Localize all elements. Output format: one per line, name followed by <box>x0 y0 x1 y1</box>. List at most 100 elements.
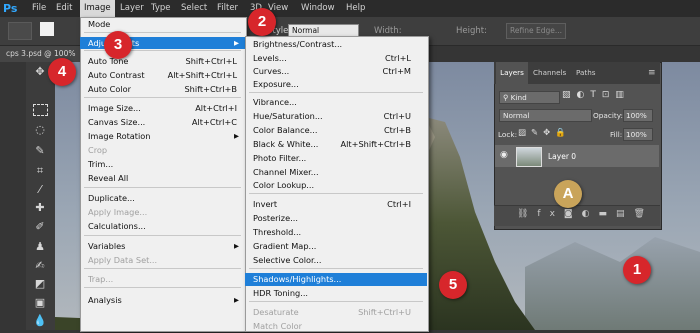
adjustments-menu-item[interactable]: Black & White... Alt+Shift+Ctrl+B <box>245 138 427 150</box>
image-menu-item[interactable]: Calculations... <box>80 220 245 232</box>
menu-item-label: Reveal All <box>88 173 129 183</box>
menu-separator <box>249 92 423 93</box>
filter-kind-select[interactable]: ⚲ Kind <box>499 91 560 104</box>
menu-item-label: Threshold... <box>253 227 302 237</box>
opacity-label: Opacity: <box>593 111 623 120</box>
menu-item-shortcut: Ctrl+I <box>387 199 411 209</box>
menu-separator <box>84 97 241 98</box>
adjustments-menu-item[interactable]: Posterize... <box>245 212 427 224</box>
menu-window[interactable]: Window <box>301 0 335 17</box>
callout-2: 2 <box>248 8 276 36</box>
callout-a: A <box>554 180 582 208</box>
menu-layer[interactable]: Layer <box>120 0 144 17</box>
blend-mode-select[interactable]: Normal <box>499 109 592 122</box>
layer-footer-icons[interactable]: ⛓fx◙◐▬▤🗑 <box>517 209 654 219</box>
history-brush-tool-icon[interactable]: ✍ <box>31 258 49 274</box>
menu-help[interactable]: Help <box>346 0 365 17</box>
image-menu-item[interactable]: Auto Tone Shift+Ctrl+L <box>80 55 245 67</box>
adjustments-menu-item[interactable]: Brightness/Contrast... <box>245 38 427 50</box>
callout-3: 3 <box>104 31 132 59</box>
menu-item-label: Mode <box>88 19 111 29</box>
menu-item-label: Curves... <box>253 66 290 76</box>
adjustments-menu-item[interactable]: Threshold... <box>245 226 427 238</box>
adjustments-menu-item[interactable]: Color Balance... Ctrl+B <box>245 124 427 136</box>
menu-item-label: Black & White... <box>253 139 319 149</box>
marquee-tool-preset-icon[interactable] <box>8 22 32 40</box>
lasso-tool-icon[interactable]: ◌ <box>31 122 49 138</box>
menu-item-shortcut: Shift+Ctrl+B <box>184 84 237 94</box>
menu-item-shortcut: Alt+Shift+Ctrl+B <box>340 139 411 149</box>
menu-edit[interactable]: Edit <box>56 0 72 17</box>
menu-filter[interactable]: Filter <box>217 0 238 17</box>
menu-image[interactable]: Image <box>80 0 115 17</box>
tab-layers[interactable]: Layers <box>496 62 528 84</box>
image-menu-item[interactable]: Image Rotation ▶ <box>80 130 245 142</box>
visibility-eye-icon[interactable]: ◉ <box>500 150 508 160</box>
blur-tool-icon[interactable]: 💧 <box>31 313 49 329</box>
image-menu-item[interactable]: Mode <box>80 18 245 30</box>
layer-filter-icons[interactable]: ▧◐T⊡▥ <box>562 90 630 100</box>
menu-item-shortcut: Ctrl+B <box>383 125 411 135</box>
adjustments-menu-item[interactable]: Levels... Ctrl+L <box>245 52 427 64</box>
new-selection-icon[interactable] <box>40 22 54 36</box>
menu-item-label: Apply Image... <box>88 207 148 217</box>
fill-field[interactable]: 100% <box>623 128 653 141</box>
layer-thumbnail <box>516 147 542 167</box>
move-tool-icon[interactable]: ✥ <box>31 64 49 80</box>
menu-item-label: Variables <box>88 241 126 251</box>
image-menu-item[interactable]: Variables ▶ <box>80 240 245 252</box>
menu-item-label: Color Balance... <box>253 125 318 135</box>
healing-brush-tool-icon[interactable]: ✚ <box>31 200 49 216</box>
image-menu-items: ModeAdjustments▶Auto ToneShift+Ctrl+LAut… <box>80 17 247 330</box>
clone-stamp-tool-icon[interactable]: ♟ <box>31 239 49 255</box>
eraser-tool-icon[interactable]: ◩ <box>31 276 49 292</box>
menu-item-shortcut: Ctrl+L <box>385 53 411 63</box>
menu-item-shortcut: Shift+Ctrl+U <box>358 307 411 317</box>
adjustments-menu-item[interactable]: Selective Color... <box>245 254 427 266</box>
image-menu-item: Apply Data Set... <box>80 254 245 266</box>
image-menu-item[interactable]: Duplicate... <box>80 192 245 204</box>
image-menu-item[interactable]: Auto Color Shift+Ctrl+B <box>80 83 245 95</box>
adjustments-menu-item[interactable]: Curves... Ctrl+M <box>245 65 427 77</box>
adjustments-menu-item[interactable]: Channel Mixer... <box>245 166 427 178</box>
image-menu-item[interactable]: Trim... <box>80 158 245 170</box>
adjustments-menu-item[interactable]: Gradient Map... <box>245 240 427 252</box>
layer-name[interactable]: Layer 0 <box>548 152 576 161</box>
image-menu-item[interactable]: Analysis ▶ <box>80 294 245 306</box>
adjustments-menu-item[interactable]: Photo Filter... <box>245 152 427 164</box>
menu-type[interactable]: Type <box>151 0 171 17</box>
menu-file[interactable]: File <box>32 0 46 17</box>
tab-channels[interactable]: Channels <box>533 62 566 84</box>
image-menu-item[interactable]: Reveal All <box>80 172 245 184</box>
adjustments-menu-item[interactable]: Invert Ctrl+I <box>245 198 427 210</box>
brush-tool-icon[interactable]: ✐ <box>31 219 49 235</box>
tab-paths[interactable]: Paths <box>576 62 596 84</box>
quick-selection-tool-icon[interactable]: ✎ <box>31 143 49 159</box>
lock-icons[interactable]: ▨✎✥🔒 <box>518 128 571 138</box>
menu-item-label: Auto Contrast <box>88 70 145 80</box>
eyedropper-tool-icon[interactable]: ⁄ <box>31 182 49 198</box>
menu-item-shortcut: Alt+Shift+Ctrl+L <box>167 70 237 80</box>
image-menu-item[interactable]: Canvas Size... Alt+Ctrl+C <box>80 116 245 128</box>
gradient-tool-icon[interactable]: ▣ <box>31 295 49 311</box>
adjustments-menu-item[interactable]: Hue/Saturation... Ctrl+U <box>245 110 427 122</box>
image-menu-item[interactable]: Image Size... Alt+Ctrl+I <box>80 102 245 114</box>
adjustments-menu-item[interactable]: HDR Toning... <box>245 287 427 299</box>
refine-edge-button[interactable]: Refine Edge... <box>506 23 566 39</box>
adjustments-menu-item[interactable]: Vibrance... <box>245 96 427 108</box>
adjustments-menu-item[interactable]: Color Lookup... <box>245 179 427 191</box>
photoshop-logo-icon: Ps <box>3 2 18 15</box>
menu-select[interactable]: Select <box>181 0 207 17</box>
menu-item-shortcut: Ctrl+M <box>382 66 412 76</box>
rectangular-marquee-tool-icon[interactable] <box>33 104 48 116</box>
menu-item-label: Photo Filter... <box>253 153 307 163</box>
crop-tool-icon[interactable]: ⌗ <box>31 163 49 179</box>
menu-separator <box>249 301 423 302</box>
panel-menu-icon[interactable]: ≡ <box>648 68 656 78</box>
opacity-field[interactable]: 100% <box>623 109 653 122</box>
adjustments-menu-item[interactable]: Shadows/Highlights... <box>245 273 427 286</box>
adjustments-menu-item[interactable]: Exposure... <box>245 78 427 90</box>
menu-item-label: Calculations... <box>88 221 146 231</box>
image-menu-item[interactable]: Auto Contrast Alt+Shift+Ctrl+L <box>80 69 245 81</box>
menu-item-label: Levels... <box>253 53 287 63</box>
